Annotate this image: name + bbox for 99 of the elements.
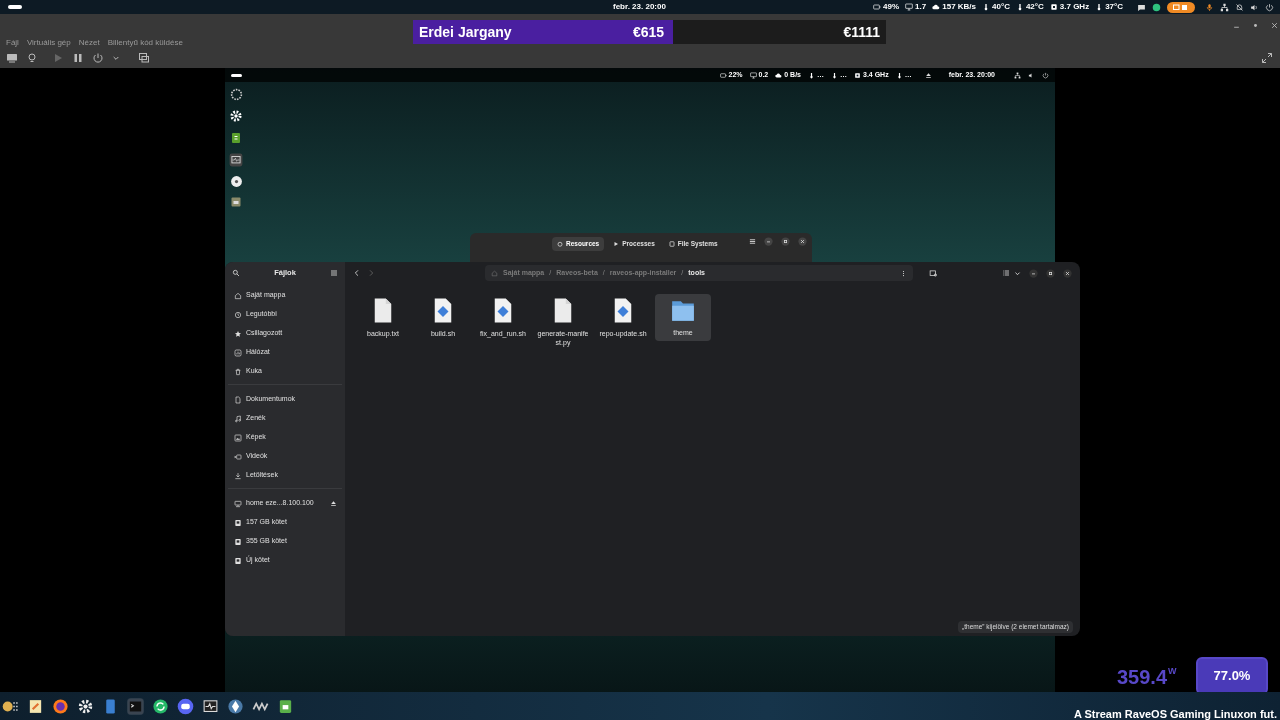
drive-icon (234, 518, 242, 527)
status-reading: 157 KB/s (942, 1, 977, 13)
monitor-icon (905, 3, 914, 11)
menu-item[interactable]: Fájl (5, 37, 20, 49)
menu-icon[interactable] (749, 238, 756, 245)
monitor-icon (749, 71, 757, 79)
chip-icon (854, 71, 861, 79)
close-icon[interactable] (1063, 268, 1072, 278)
maximize-icon[interactable] (1252, 22, 1259, 29)
sync-icon (1152, 2, 1161, 12)
status-reading: 3.7 GHz (1059, 1, 1090, 13)
speaker-icon (1250, 2, 1259, 12)
chip-icon (1049, 3, 1058, 11)
drive-icon (234, 537, 242, 546)
notes-app-icon[interactable] (230, 131, 242, 145)
home-icon (491, 269, 498, 277)
network-icon (1220, 2, 1229, 12)
disc-icon[interactable] (229, 175, 243, 188)
monitor-icon[interactable] (6, 52, 18, 64)
settings-icon[interactable] (229, 109, 243, 123)
search-folder-icon[interactable] (929, 268, 938, 278)
maximize-icon[interactable] (1046, 268, 1055, 278)
caret-icon[interactable] (112, 54, 120, 62)
microphone-icon (1205, 2, 1214, 12)
unit-label: W (1168, 666, 1177, 676)
system-monitor-icon[interactable] (202, 697, 219, 715)
download-icon (234, 471, 242, 480)
power-reading: 359.4 (1117, 666, 1168, 688)
donor-name: Erdei Jargany (419, 23, 512, 42)
text-file-icon (372, 297, 394, 324)
fullscreen-icon[interactable] (1261, 52, 1273, 64)
menu-item[interactable]: Virtuális gép (25, 37, 72, 49)
ticker-text: A Stream RaveOS Gaming Linuxon fut. (1073, 707, 1277, 720)
menu-item[interactable]: Nézet (77, 37, 101, 49)
thermometer-icon (895, 71, 903, 79)
close-icon[interactable] (798, 237, 807, 246)
pause-icon[interactable] (72, 52, 84, 64)
screenshot-icon[interactable] (138, 52, 150, 64)
battery-icon (719, 71, 727, 79)
search-icon[interactable] (232, 269, 240, 277)
video-camera-icon (234, 452, 242, 461)
percentage-badge: 77.0% (1196, 657, 1268, 695)
terminal-icon[interactable] (127, 697, 144, 715)
close-icon[interactable] (1271, 22, 1278, 29)
image-icon (234, 433, 242, 442)
clock-icon (234, 310, 242, 319)
list-view-icon[interactable] (1002, 269, 1010, 277)
archive-icon[interactable] (230, 196, 242, 208)
gamepad-icon[interactable] (177, 697, 194, 715)
network-icon (234, 348, 242, 357)
maximize-icon[interactable] (781, 237, 790, 246)
eject-icon[interactable] (330, 500, 337, 507)
chat-icon (1137, 2, 1146, 12)
emblem-icon[interactable] (229, 88, 243, 101)
status-reading: 40°C (992, 1, 1010, 13)
document-icon (234, 395, 242, 404)
play-icon (613, 241, 620, 247)
lightbulb-icon[interactable] (26, 52, 38, 64)
status-reading: 49% (883, 1, 900, 13)
text-file-icon (552, 297, 574, 324)
network-icon (1014, 71, 1021, 79)
script-file-icon (492, 297, 514, 324)
emblem-icon[interactable] (227, 697, 244, 715)
menu-item[interactable]: Billentyű kód küldése (106, 37, 184, 49)
cloud-icon (932, 3, 941, 11)
minimize-icon[interactable] (1029, 268, 1038, 278)
power-icon[interactable] (92, 52, 104, 64)
computer-icon (234, 499, 242, 508)
status-reading: 1.7 (915, 1, 927, 13)
status-reading: 42°C (1025, 1, 1044, 13)
battery-icon (873, 3, 882, 11)
settings-icon[interactable] (77, 697, 94, 715)
cloud-icon (775, 71, 783, 79)
eject-icon[interactable] (924, 71, 932, 79)
script-file-icon (432, 297, 454, 324)
sync-icon[interactable] (152, 697, 169, 715)
clock-text: febr. 23. 20:00 (613, 1, 666, 13)
power-icon[interactable] (1042, 71, 1049, 79)
thermometer-icon (808, 71, 815, 79)
workspace-indicator[interactable] (231, 73, 242, 77)
script-file-icon (612, 297, 634, 324)
notepad-icon[interactable] (27, 697, 44, 715)
gauge-icon (557, 241, 563, 247)
star-icon (234, 329, 242, 338)
power-icon[interactable] (1265, 2, 1274, 12)
thermometer-icon (831, 71, 838, 79)
goal-amount: €1111 (843, 23, 880, 42)
browser-icon[interactable] (52, 697, 69, 715)
archive-icon[interactable] (277, 697, 294, 715)
trash-icon (234, 367, 242, 376)
drive-icon (234, 556, 242, 565)
recording-pill-icon[interactable] (1167, 1, 1195, 13)
bell-muted-icon (1235, 2, 1244, 12)
status-reading: 37°C (1105, 1, 1123, 13)
donation-amount: €615 (633, 23, 665, 42)
home-icon (234, 291, 242, 300)
minimize-icon[interactable] (764, 237, 773, 246)
speaker-icon (1028, 71, 1035, 79)
music-note-icon (234, 414, 242, 423)
